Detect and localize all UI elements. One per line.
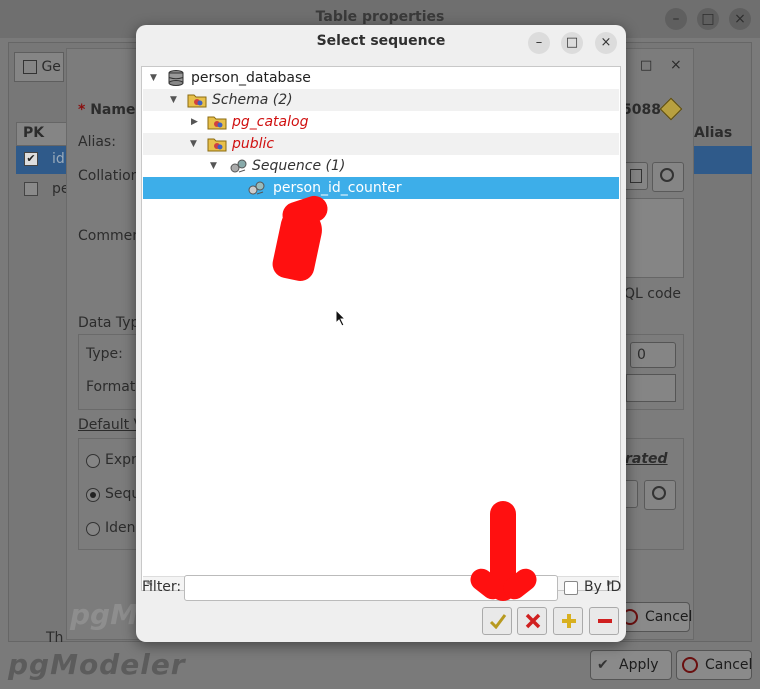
tree-item-label: Sequence (1) [252,158,346,174]
close-icon[interactable]: × [729,8,751,30]
pk-checkbox[interactable]: ✔ [24,152,38,166]
maximize-icon[interactable]: □ [697,8,719,30]
tab-general[interactable]: Ge [14,52,64,82]
spinbox-value: 0 [637,347,646,363]
expand-arrow-icon[interactable]: ▼ [210,155,220,177]
expand-arrow-icon[interactable]: ▼ [190,133,200,155]
radio-sequence-label: Sequ [105,486,141,502]
table-row-alias-cell [694,146,752,174]
radio-expression-label: Expr [105,452,137,468]
select-sequence-dialog: Select sequence – □ × ▼ person_database … [136,25,626,642]
add-button[interactable] [553,607,583,635]
tree-item-label: pg_catalog [232,114,309,130]
table-row[interactable]: ✔ id [16,146,68,174]
tree-item-database[interactable]: ▼ person_database [143,67,619,89]
tree-item-label: public [232,136,275,152]
check-icon: ✔ [597,657,609,673]
by-id-checkbox[interactable] [564,581,578,595]
pk-column-header: PK [16,122,68,146]
tree-item-label: person_database [191,70,311,86]
cancel-button[interactable]: Cancel [676,650,752,680]
select-collation-button[interactable] [652,162,684,192]
apply-label: Apply [619,657,659,673]
collation-label: Collation [78,168,140,184]
cancel-label: Cancel [645,609,693,625]
search-icon [652,486,666,500]
plus-icon [562,614,576,628]
tree-item-sequence-group[interactable]: ▼ Sequence (1) [143,155,619,177]
x-icon [525,613,541,629]
pgmodeler-logo: pgModeler [8,648,186,681]
tree-item-schema-group[interactable]: ▼ Schema (2) [143,89,619,111]
name-label: * Name: [78,102,141,118]
schema-icon [207,136,227,152]
select-sequence-button[interactable] [644,480,676,510]
folder-icon [187,92,207,108]
remove-button[interactable] [589,607,619,635]
comment-textarea[interactable] [622,198,684,278]
radio-identity[interactable] [86,522,100,536]
window-title: Table properties [315,9,445,25]
format-label: Format [86,379,136,395]
tree-item-sequence[interactable]: person_id_counter [143,177,619,199]
close-icon[interactable]: × [595,32,617,54]
pk-header-label: PK [23,125,45,141]
trash-icon [630,169,642,183]
expand-arrow-icon[interactable]: ▼ [170,89,180,111]
maximize-icon[interactable]: □ [640,58,652,73]
name-label-text: Name: [90,102,142,118]
sql-code-tab[interactable]: QL code [624,286,681,302]
collapse-arrow-icon[interactable]: ▶ [191,111,201,133]
expand-arrow-icon[interactable]: ▼ [150,67,160,89]
tree-item-schema[interactable]: ▶ pg_catalog [143,111,619,133]
sequence-icon [247,180,265,196]
generated-label: rated [625,451,668,467]
close-icon[interactable]: × [670,57,682,73]
confirm-button[interactable] [482,607,512,635]
default-value-label: Default V [78,417,144,433]
check-icon [489,614,507,629]
radio-sequence[interactable] [86,488,100,502]
object-tree[interactable]: ▼ person_database ▼ Schema (2) ▶ pg_cata… [141,66,621,591]
cancel-selection-button[interactable] [517,607,547,635]
radio-dot [90,492,96,498]
table-icon [23,60,37,74]
apply-button[interactable]: ✔ Apply [590,650,672,680]
data-type-label: Data Typ [78,315,140,331]
filter-label: Filter: [142,579,182,595]
database-icon [167,70,185,86]
row-name: id [52,151,65,167]
dialog-cancel-button[interactable]: Cancel [616,602,693,632]
object-id: 5088 [622,102,661,118]
radio-expression[interactable] [86,454,100,468]
minus-icon [598,619,612,623]
alias-column-header: Alias [694,125,733,141]
alias-label: Alias: [78,134,116,150]
table-row[interactable]: pe [16,176,70,204]
tree-item-label: person_id_counter [273,180,402,196]
minimize-icon[interactable]: – [665,8,687,30]
tree-item-label: Schema (2) [212,92,293,108]
mouse-cursor-icon [335,308,347,331]
cancel-icon [682,657,698,673]
cancel-label: Cancel [705,657,753,673]
search-icon [660,168,674,182]
dimension-spinbox[interactable]: 0 [630,342,676,368]
required-mark: * [78,102,86,118]
minimize-icon[interactable]: – [528,32,550,54]
radio-identity-label: Iden [105,520,136,536]
sequence-icon [229,158,247,174]
type-label: Type: [86,346,123,362]
tree-item-schema[interactable]: ▼ public [143,133,619,155]
comment-label: Commen [78,228,142,244]
format-input[interactable] [626,374,676,402]
by-id-label: By ID [584,579,622,595]
schema-icon [207,114,227,130]
status-text: Th [46,630,64,646]
tab-general-label: Ge [41,59,61,75]
maximize-icon[interactable]: □ [561,32,583,54]
pk-checkbox[interactable] [24,182,38,196]
dialog-title: Select sequence [316,33,446,49]
